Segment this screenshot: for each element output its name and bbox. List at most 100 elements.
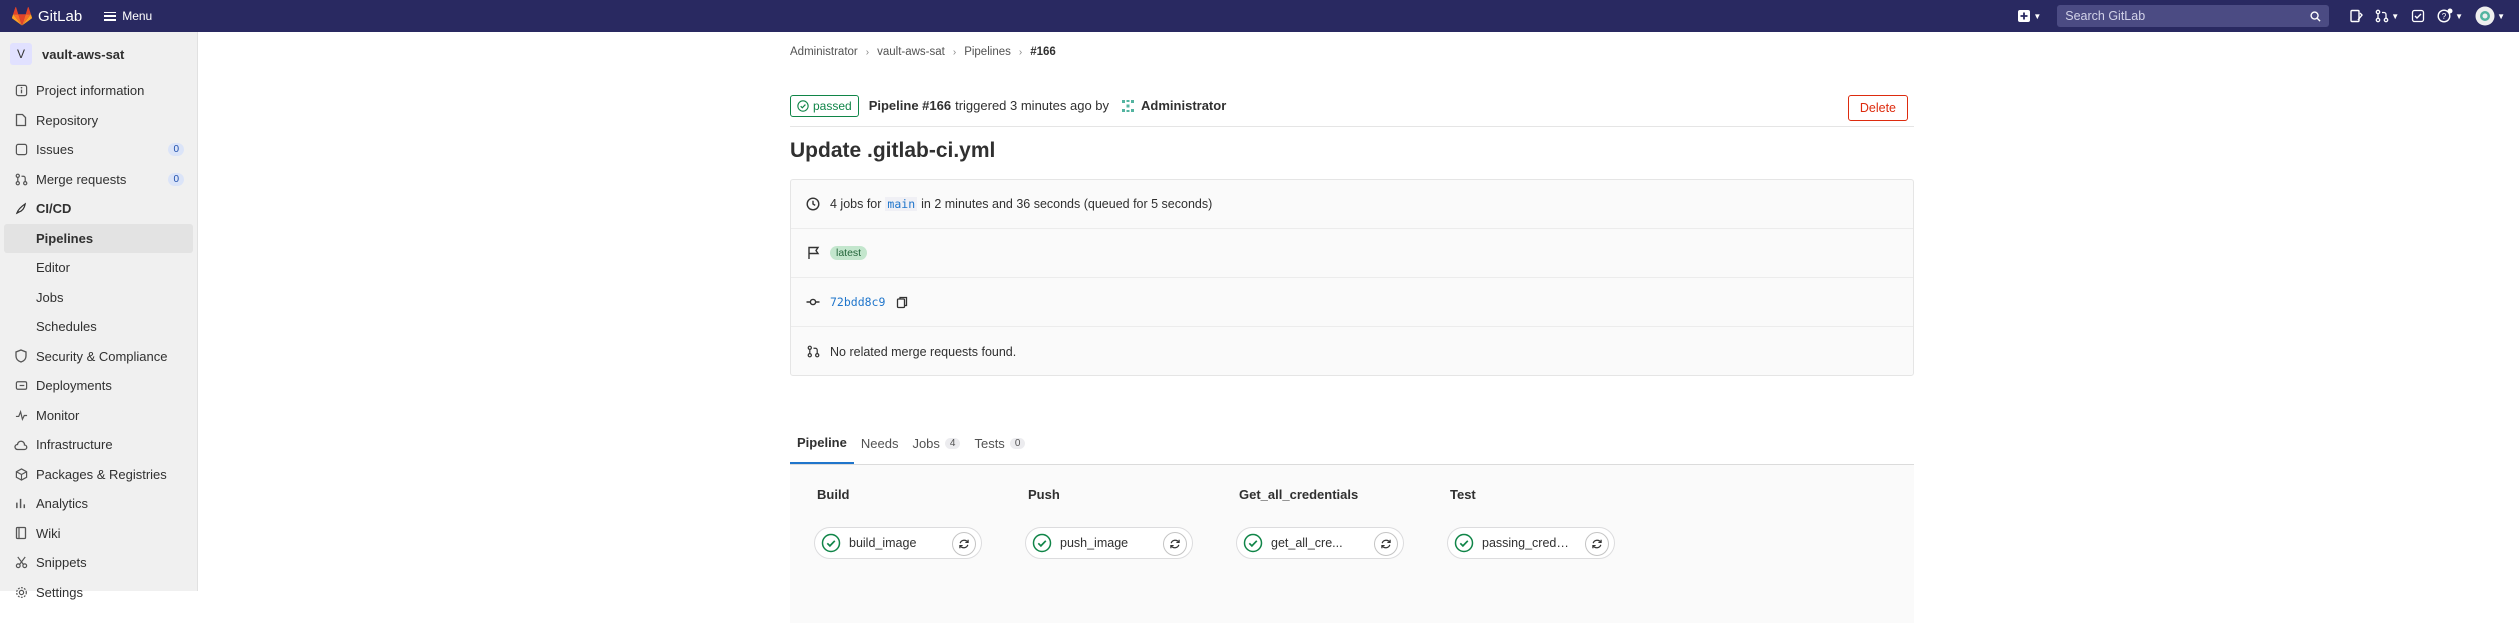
sidebar-item-issues[interactable]: Issues 0 bbox=[0, 135, 197, 165]
issues-nav-button[interactable] bbox=[2343, 0, 2369, 32]
plus-square-icon bbox=[2018, 10, 2031, 22]
search-icon bbox=[2310, 10, 2321, 22]
job-pill[interactable]: passing_crede... bbox=[1447, 527, 1615, 559]
sidebar-item-settings[interactable]: Settings bbox=[0, 578, 197, 608]
sidebar-item-label: Monitor bbox=[36, 407, 80, 423]
sidebar-item-label: Wiki bbox=[36, 525, 61, 541]
package-icon bbox=[14, 467, 28, 481]
breadcrumb-item-user[interactable]: Administrator bbox=[790, 46, 858, 58]
sidebar-item-pipelines[interactable]: Pipelines bbox=[4, 223, 193, 253]
sidebar-item-project-information[interactable]: Project information bbox=[0, 76, 197, 106]
retry-icon bbox=[959, 539, 969, 549]
page-title: Update .gitlab-ci.yml bbox=[790, 139, 996, 162]
retry-icon bbox=[1170, 539, 1180, 549]
sidebar-item-deployments[interactable]: Deployments bbox=[0, 371, 197, 401]
status-success-icon bbox=[1454, 533, 1474, 553]
help-nav-button[interactable]: ? ▼ bbox=[2431, 0, 2469, 32]
stage-title: Push bbox=[1028, 487, 1060, 502]
gitlab-logo[interactable]: GitLab bbox=[12, 6, 82, 26]
new-dropdown[interactable]: ▼ bbox=[2011, 0, 2047, 32]
status-badge[interactable]: passed bbox=[790, 94, 859, 117]
tab-needs[interactable]: Needs bbox=[854, 422, 906, 464]
flag-icon bbox=[805, 245, 821, 261]
retry-button[interactable] bbox=[952, 532, 976, 556]
search-box[interactable] bbox=[2057, 5, 2330, 27]
sidebar-item-wiki[interactable]: Wiki bbox=[0, 519, 197, 549]
retry-button[interactable] bbox=[1163, 532, 1187, 556]
chevron-right-icon: › bbox=[952, 46, 957, 58]
sidebar-item-label: Editor bbox=[36, 260, 70, 276]
sidebar-item-label: Settings bbox=[36, 584, 83, 600]
sidebar-item-ci-cd[interactable]: CI/CD bbox=[0, 194, 197, 224]
tab-tests[interactable]: Tests 0 bbox=[967, 422, 1032, 464]
info-row-tags: latest bbox=[791, 229, 1913, 278]
sidebar-item-label: Infrastructure bbox=[36, 437, 113, 453]
menu-label: Menu bbox=[122, 9, 153, 23]
chevron-right-icon: › bbox=[1018, 46, 1023, 58]
sidebar-item-label: Jobs bbox=[36, 289, 64, 305]
gitlab-tanuki-icon bbox=[12, 6, 32, 25]
sidebar-project-header[interactable]: V vault-aws-sat bbox=[0, 32, 197, 76]
sidebar-item-snippets[interactable]: Snippets bbox=[0, 548, 197, 578]
sidebar-item-infrastructure[interactable]: Infrastructure bbox=[0, 430, 197, 460]
sidebar-item-label: Analytics bbox=[36, 496, 89, 512]
shield-icon bbox=[14, 349, 28, 363]
breadcrumb-item-pipelines[interactable]: Pipelines bbox=[964, 46, 1011, 58]
deployments-icon bbox=[14, 379, 28, 393]
info-row-merge-requests: No related merge requests found. bbox=[791, 327, 1913, 376]
sidebar-item-monitor[interactable]: Monitor bbox=[0, 401, 197, 431]
job-pill[interactable]: build_image bbox=[814, 527, 982, 559]
job-name: passing_crede... bbox=[1482, 536, 1572, 550]
tab-jobs[interactable]: Jobs 4 bbox=[905, 422, 967, 464]
svg-text:?: ? bbox=[2442, 12, 2447, 21]
merge-requests-nav-button[interactable]: ▼ bbox=[2369, 0, 2405, 32]
pipeline-graph: Build build_image Push push_image Get_al… bbox=[790, 465, 1914, 623]
sidebar-item-schedules[interactable]: Schedules bbox=[0, 312, 197, 342]
chevron-down-icon: ▼ bbox=[2033, 11, 2042, 21]
project-sidebar: V vault-aws-sat Project information Repo… bbox=[0, 32, 198, 600]
tab-label: Pipeline bbox=[797, 434, 847, 450]
info-row-duration: 4 jobs for main in 2 minutes and 36 seco… bbox=[791, 180, 1913, 229]
menu-button[interactable]: Menu bbox=[104, 9, 152, 23]
info-row-commit: 72bdd8c9 bbox=[791, 278, 1913, 327]
author-avatar[interactable] bbox=[1119, 96, 1138, 115]
retry-button[interactable] bbox=[1585, 532, 1609, 556]
doc-icon bbox=[14, 113, 28, 127]
copy-icon[interactable] bbox=[894, 294, 910, 310]
sidebar-item-packages-registries[interactable]: Packages & Registries bbox=[0, 460, 197, 490]
author-name[interactable]: Administrator bbox=[1141, 98, 1226, 113]
retry-button[interactable] bbox=[1374, 532, 1398, 556]
sidebar-item-editor[interactable]: Editor bbox=[0, 253, 197, 283]
chevron-down-icon: ▼ bbox=[2391, 11, 2400, 21]
sidebar-item-label: Repository bbox=[36, 112, 99, 128]
merge-request-icon bbox=[14, 172, 28, 186]
sidebar-item-repository[interactable]: Repository bbox=[0, 106, 197, 136]
sidebar-item-analytics[interactable]: Analytics bbox=[0, 489, 197, 519]
sidebar-item-jobs[interactable]: Jobs bbox=[0, 283, 197, 313]
cloud-icon bbox=[14, 438, 28, 452]
breadcrumb-item-project[interactable]: vault-aws-sat bbox=[877, 46, 945, 58]
commit-sha-link[interactable]: 72bdd8c9 bbox=[830, 295, 885, 309]
search-input[interactable] bbox=[2065, 9, 2286, 23]
sidebar-item-security-compliance[interactable]: Security & Compliance bbox=[0, 342, 197, 372]
tab-pipeline[interactable]: Pipeline bbox=[790, 422, 854, 464]
delete-button[interactable]: Delete bbox=[1847, 95, 1908, 121]
sidebar-item-label: Issues bbox=[36, 142, 74, 158]
sidebar-item-merge-requests[interactable]: Merge requests 0 bbox=[0, 165, 197, 195]
job-pill[interactable]: push_image bbox=[1025, 527, 1193, 559]
branch-link[interactable]: main bbox=[885, 197, 918, 211]
sidebar-item-label: Schedules bbox=[36, 319, 97, 335]
merge-requests-count-badge: 0 bbox=[168, 172, 184, 186]
sidebar-item-label: Packages & Registries bbox=[36, 466, 167, 482]
status-success-icon bbox=[821, 533, 841, 553]
monitor-icon bbox=[14, 408, 28, 422]
job-pill[interactable]: get_all_cre... bbox=[1236, 527, 1404, 559]
status-success-icon bbox=[1243, 533, 1263, 553]
retry-icon bbox=[1592, 539, 1602, 549]
user-menu-button[interactable]: ▼ bbox=[2469, 0, 2519, 32]
todos-nav-button[interactable] bbox=[2405, 0, 2431, 32]
sidebar-item-label: Deployments bbox=[36, 378, 112, 394]
issues-icon bbox=[2350, 9, 2364, 23]
breadcrumb-item-current[interactable]: #166 bbox=[1030, 46, 1056, 58]
latest-badge: latest bbox=[830, 246, 868, 260]
